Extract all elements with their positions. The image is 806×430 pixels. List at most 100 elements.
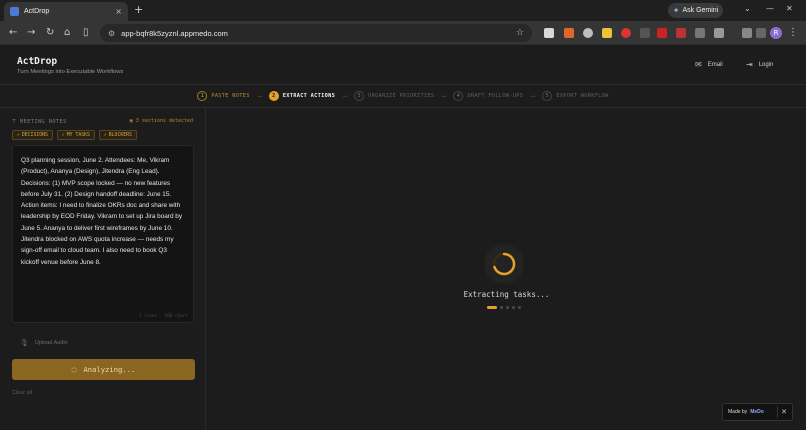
check-icon: ✓ xyxy=(17,132,20,138)
extracting-status: Extracting tasks... xyxy=(463,290,550,299)
extension-flag-icon[interactable] xyxy=(676,28,686,38)
badge-divider xyxy=(777,406,779,418)
meeting-notes-input[interactable]: Q3 planning session, June 2. Attendees: … xyxy=(12,145,194,323)
tab-title: ActDrop xyxy=(24,8,50,15)
meeting-notes-text[interactable]: Q3 planning session, June 2. Attendees: … xyxy=(21,155,185,268)
extension-capture-icon[interactable] xyxy=(640,28,650,38)
gemini-sparkle-icon: ✦ xyxy=(672,6,680,15)
extensions-puzzle-icon[interactable] xyxy=(714,28,724,38)
new-tab-button[interactable]: + xyxy=(134,3,143,16)
extension-brave-icon[interactable] xyxy=(564,28,574,38)
made-by-badge[interactable]: Made by MeDo ✕ xyxy=(722,403,793,421)
step-paste-notes[interactable]: 1 PASTE NOTES xyxy=(197,91,249,101)
results-panel: Extracting tasks... xyxy=(207,108,806,430)
step-number: 3 xyxy=(354,91,365,101)
step-organize-priorities[interactable]: 3 ORGANIZE PRIORITIES xyxy=(354,91,434,101)
extension-mail-icon[interactable] xyxy=(544,28,554,38)
ask-gemini-label: Ask Gemini xyxy=(682,7,719,14)
site-info-icon[interactable]: ⚙ xyxy=(108,29,115,38)
extension-pen-icon[interactable] xyxy=(695,28,705,38)
extension-clock-icon[interactable] xyxy=(583,28,593,38)
analyze-label: Analyzing... xyxy=(83,365,136,374)
section-tags: ✓ DECISIONS ✓ MY TASKS ✓ BLOCKERS xyxy=(12,130,137,140)
tag-my-tasks[interactable]: ✓ MY TASKS xyxy=(56,130,95,140)
cast-icon[interactable] xyxy=(742,28,752,38)
mail-icon: ✉ xyxy=(695,60,702,69)
progress-dot xyxy=(512,306,515,309)
step-label: EXTRACT ACTIONS xyxy=(282,93,336,99)
pin-icon: ⊤ xyxy=(12,118,17,125)
step-number: 1 xyxy=(197,91,208,101)
back-icon[interactable]: ← xyxy=(9,27,17,39)
step-number: 5 xyxy=(542,91,553,101)
clear-all-link[interactable]: Clear all xyxy=(12,390,32,396)
step-number: 4 xyxy=(453,91,464,101)
check-icon: ✓ xyxy=(61,132,65,138)
ask-gemini-button[interactable]: ✦ Ask Gemini xyxy=(668,3,723,18)
tab-search-icon[interactable]: ⌄ xyxy=(744,4,751,13)
home-icon[interactable]: ⌂ xyxy=(64,27,70,39)
microphone-icon: 🎙 xyxy=(20,340,29,347)
browser-menu-icon[interactable]: ⋮ xyxy=(788,27,798,39)
made-by-label: Made by xyxy=(728,409,748,415)
workflow-stepper: 1 PASTE NOTES → 2 EXTRACT ACTIONS → 3 OR… xyxy=(0,85,806,107)
progress-dot xyxy=(500,306,503,309)
step-extract-actions[interactable]: 2 EXTRACT ACTIONS xyxy=(268,91,336,101)
step-arrow-icon: → xyxy=(256,92,262,100)
loading-spinner xyxy=(484,244,524,284)
browser-toolbar: ← → ↻ ⌂ ▯ ⚙ app-bqfr8k5zyznl.appmedo.com… xyxy=(0,21,806,45)
step-export-workflow[interactable]: 5 EXPORT WORKFLOW xyxy=(542,91,608,101)
progress-dot xyxy=(506,306,509,309)
sections-detected-badge: ▣ 3 sections detected xyxy=(130,118,193,124)
url-text[interactable]: app-bqfr8k5zyznl.appmedo.com xyxy=(121,29,510,38)
tag-label: MY TASKS xyxy=(66,132,90,138)
app-root: ActDrop Turn Meetings into Executable Wo… xyxy=(0,45,806,430)
app-subtitle: Turn Meetings into Executable Workflows xyxy=(17,69,124,75)
login-icon: ⇥ xyxy=(746,60,753,69)
tag-blockers[interactable]: ✓ BLOCKERS xyxy=(98,130,137,140)
login-link[interactable]: ⇥ Login xyxy=(746,60,773,69)
extension-record-icon[interactable] xyxy=(621,28,631,38)
reload-icon[interactable]: ↻ xyxy=(46,27,54,39)
badge-close-icon[interactable]: ✕ xyxy=(781,408,787,416)
bookmark-star-icon[interactable]: ☆ xyxy=(516,28,524,38)
notes-panel: ⊤ MEETING NOTES ▣ 3 sections detected ✓ … xyxy=(0,108,206,430)
upload-audio-label: Upload Audio xyxy=(34,340,68,346)
profile-avatar[interactable]: R xyxy=(770,27,782,39)
address-bar[interactable]: ⚙ app-bqfr8k5zyznl.appmedo.com ☆ xyxy=(100,24,532,42)
progress-dots xyxy=(487,306,521,309)
email-link[interactable]: ✉ Email xyxy=(695,60,723,69)
downloads-icon[interactable] xyxy=(756,28,766,38)
step-label: EXPORT WORKFLOW xyxy=(556,93,609,99)
tag-label: BLOCKERS xyxy=(108,132,132,138)
upload-audio-button[interactable]: 🎙 Upload Audio xyxy=(20,339,68,347)
extension-abp-icon[interactable] xyxy=(657,28,667,38)
step-label: ORGANIZE PRIORITIES xyxy=(368,93,435,99)
analyze-button[interactable]: ◌ Analyzing... xyxy=(12,359,195,380)
notes-header: ⊤ MEETING NOTES xyxy=(12,118,67,125)
sidebar-toggle-icon[interactable]: ▯ xyxy=(83,27,89,39)
spinner-arc-icon xyxy=(492,252,516,276)
sections-detected-text: 3 sections detected xyxy=(135,118,193,124)
progress-dot xyxy=(518,306,521,309)
extension-shield-icon[interactable] xyxy=(602,28,612,38)
char-count: 1 lines · 568 chars xyxy=(138,314,188,319)
tag-decisions[interactable]: ✓ DECISIONS xyxy=(12,130,53,140)
step-arrow-icon: → xyxy=(530,92,536,100)
minimize-icon[interactable]: — xyxy=(766,4,774,13)
step-arrow-icon: → xyxy=(441,92,447,100)
app-title: ActDrop xyxy=(17,56,58,67)
step-label: PASTE NOTES xyxy=(211,93,250,99)
forward-icon[interactable]: → xyxy=(27,27,35,39)
tab-close-icon[interactable]: × xyxy=(115,7,122,16)
browser-tab[interactable]: ActDrop × xyxy=(4,2,128,21)
app-favicon-icon xyxy=(10,7,19,16)
tag-label: DECISIONS xyxy=(21,132,48,138)
browser-tabbar: ActDrop × + ✦ Ask Gemini ⌄ — ✕ xyxy=(0,0,806,21)
step-number: 2 xyxy=(268,91,279,101)
email-label: Email xyxy=(707,61,723,68)
step-draft-follow-ups[interactable]: 4 DRAFT FOLLOW-UPS xyxy=(453,91,523,101)
step-arrow-icon: → xyxy=(342,92,348,100)
check-icon: ✓ xyxy=(103,132,107,138)
close-window-icon[interactable]: ✕ xyxy=(786,4,793,13)
